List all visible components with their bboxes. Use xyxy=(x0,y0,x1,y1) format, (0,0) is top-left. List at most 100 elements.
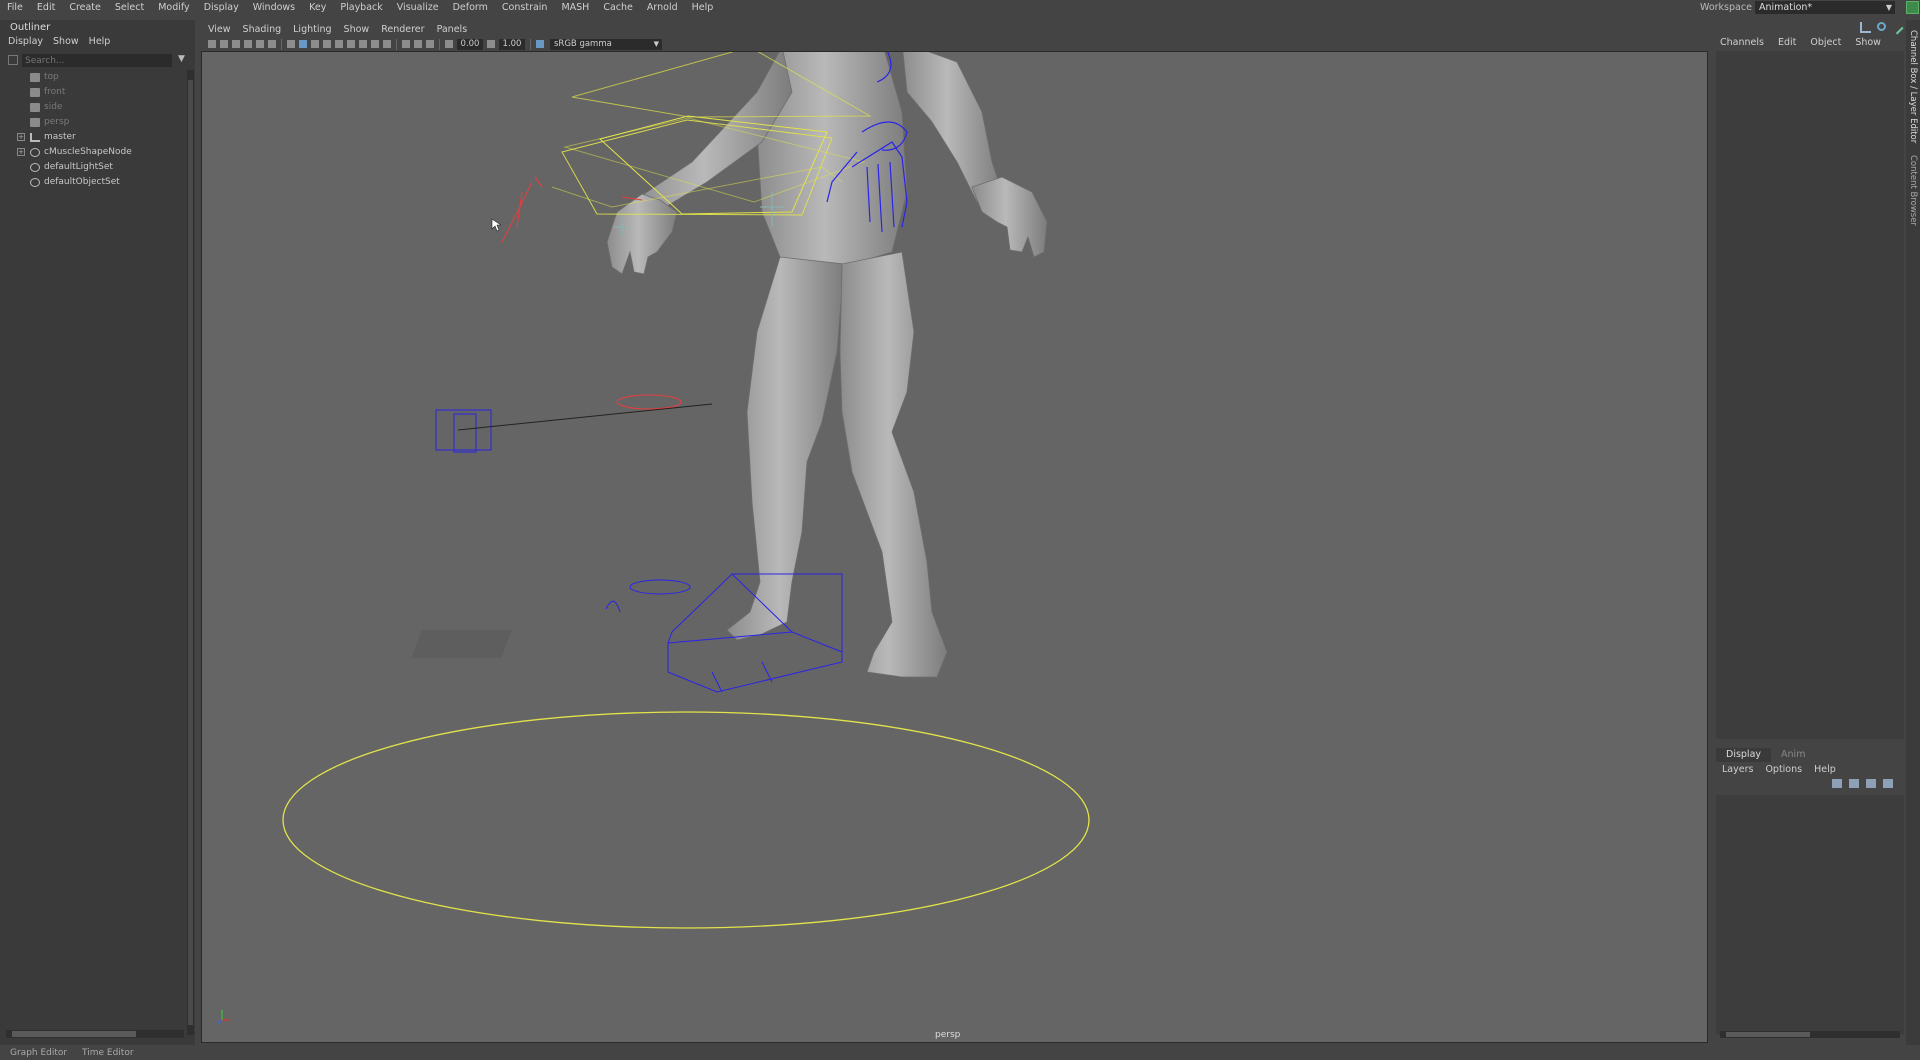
layer-list[interactable] xyxy=(1716,795,1904,1035)
gamma-icon[interactable] xyxy=(487,40,495,48)
outliner-item-master[interactable]: + master xyxy=(0,130,185,145)
menu-deform[interactable]: Deform xyxy=(446,2,495,13)
depth-of-field-icon[interactable] xyxy=(383,40,391,48)
search-icon xyxy=(8,55,18,65)
menu-edit[interactable]: Edit xyxy=(30,2,62,13)
smooth-shade-icon[interactable] xyxy=(299,40,307,48)
edit-icon[interactable] xyxy=(1889,20,1904,35)
tab-channel-box-layer-editor[interactable]: Channel Box / Layer Editor xyxy=(1908,30,1918,143)
film-gate-icon[interactable] xyxy=(268,40,276,48)
workspace-select[interactable]: Animation* ▼ xyxy=(1755,1,1895,14)
image-plane-icon[interactable] xyxy=(244,40,252,48)
move-layer-up-icon[interactable] xyxy=(1832,779,1842,788)
viewport-menu-renderer[interactable]: Renderer xyxy=(381,24,424,35)
bottom-tab-bar: Graph Editor Time Editor xyxy=(0,1046,1920,1060)
channelbox-menu-show[interactable]: Show xyxy=(1855,37,1881,48)
menu-visualize[interactable]: Visualize xyxy=(390,2,446,13)
pin-icon[interactable] xyxy=(1860,22,1871,33)
menu-modify[interactable]: Modify xyxy=(151,2,196,13)
gamma-field[interactable]: 1.00 xyxy=(499,38,525,50)
viewport-3d[interactable] xyxy=(202,52,1708,1042)
viewport-menu-lighting[interactable]: Lighting xyxy=(293,24,331,35)
master-ground-control xyxy=(282,711,1090,929)
channelbox-menu-edit[interactable]: Edit xyxy=(1778,37,1796,48)
outliner-item-side[interactable]: side xyxy=(0,100,185,115)
xray-joints-icon[interactable] xyxy=(426,40,434,48)
camera-attributes-icon[interactable] xyxy=(220,40,228,48)
menu-select[interactable]: Select xyxy=(108,2,151,13)
anti-alias-icon[interactable] xyxy=(371,40,379,48)
textured-icon[interactable] xyxy=(311,40,319,48)
menu-help[interactable]: Help xyxy=(685,2,721,13)
expand-icon[interactable]: + xyxy=(17,148,25,156)
camera-label: persp xyxy=(935,1030,961,1040)
shadows-icon[interactable] xyxy=(335,40,343,48)
color-space-select[interactable]: sRGB gamma ▼ xyxy=(550,38,662,50)
menu-windows[interactable]: Windows xyxy=(246,2,302,13)
move-layer-down-icon[interactable] xyxy=(1849,779,1859,788)
menu-playback[interactable]: Playback xyxy=(333,2,389,13)
wireframe-icon[interactable] xyxy=(287,40,295,48)
outliner-item-persp[interactable]: persp xyxy=(0,115,185,130)
outliner-scroll-thumb[interactable] xyxy=(188,80,193,1025)
outliner-item-label: cMuscleShapeNode xyxy=(44,147,132,157)
menu-cache[interactable]: Cache xyxy=(596,2,640,13)
chevron-down-icon: ▼ xyxy=(1885,3,1892,12)
outliner-list: top front side persp + master + cMuscleShapeNod… xyxy=(0,70,185,190)
viewport-menu-show[interactable]: Show xyxy=(344,24,370,35)
new-layer-icon[interactable] xyxy=(1866,779,1876,788)
outliner-menu-show[interactable]: Show xyxy=(53,36,79,47)
outliner-item-label: persp xyxy=(44,117,70,127)
menu-mash[interactable]: MASH xyxy=(554,2,596,13)
menu-constrain[interactable]: Constrain xyxy=(495,2,555,13)
xray-icon[interactable] xyxy=(414,40,422,48)
menu-arnold[interactable]: Arnold xyxy=(640,2,685,13)
outliner-menu-display[interactable]: Display xyxy=(8,36,43,47)
menu-create[interactable]: Create xyxy=(62,2,108,13)
layer-menu-options[interactable]: Options xyxy=(1765,764,1802,775)
channelbox-menu: Channels Edit Object Show xyxy=(1720,37,1881,48)
menu-file[interactable]: File xyxy=(0,2,30,13)
layer-menu-layers[interactable]: Layers xyxy=(1722,764,1753,775)
tab-display[interactable]: Display xyxy=(1716,748,1772,762)
viewport-menu-shading[interactable]: Shading xyxy=(243,24,282,35)
exposure-icon[interactable] xyxy=(445,40,453,48)
outliner-item-defaultlightset[interactable]: defaultLightSet xyxy=(0,160,185,175)
channelbox-menu-object[interactable]: Object xyxy=(1810,37,1841,48)
outliner-item-cmuscleshapenode[interactable]: + cMuscleShapeNode xyxy=(0,145,185,160)
outliner-menu-help[interactable]: Help xyxy=(89,36,111,47)
select-camera-icon[interactable] xyxy=(208,40,216,48)
new-layer-selected-icon[interactable] xyxy=(1883,779,1893,788)
tab-anim[interactable]: Anim xyxy=(1771,748,1815,762)
lights-icon[interactable] xyxy=(323,40,331,48)
channelbox-menu-channels[interactable]: Channels xyxy=(1720,37,1764,48)
motion-blur-icon[interactable] xyxy=(359,40,367,48)
outliner-h-scroll-thumb[interactable] xyxy=(12,1031,136,1037)
outliner-item-defaultobjectset[interactable]: defaultObjectSet xyxy=(0,175,185,190)
refresh-icon[interactable] xyxy=(1877,22,1886,31)
menu-key[interactable]: Key xyxy=(302,2,333,13)
tab-graph-editor[interactable]: Graph Editor xyxy=(10,1048,67,1058)
layer-menu-help[interactable]: Help xyxy=(1814,764,1836,775)
outliner-search-input[interactable] xyxy=(22,54,172,67)
expand-icon[interactable]: + xyxy=(17,133,25,141)
chevron-down-icon[interactable]: ▼ xyxy=(178,54,185,64)
axis-gizmo-icon xyxy=(217,1010,230,1024)
workspace-lock-icon[interactable] xyxy=(1906,1,1919,14)
grid-icon[interactable] xyxy=(256,40,264,48)
tab-content-browser[interactable]: Content Browser xyxy=(1908,155,1918,226)
exposure-field[interactable]: 0.00 xyxy=(457,38,483,50)
outliner-item-top[interactable]: top xyxy=(0,70,185,85)
tab-time-editor[interactable]: Time Editor xyxy=(82,1048,134,1058)
outliner-item-front[interactable]: front xyxy=(0,85,185,100)
isolate-select-icon[interactable] xyxy=(402,40,410,48)
color-management-icon[interactable] xyxy=(536,40,544,48)
menu-display[interactable]: Display xyxy=(197,2,246,13)
bookmark-icon[interactable] xyxy=(232,40,240,48)
viewport-menu-view[interactable]: View xyxy=(208,24,231,35)
ambient-occlusion-icon[interactable] xyxy=(347,40,355,48)
viewport-menu-panels[interactable]: Panels xyxy=(437,24,468,35)
channelbox-area[interactable] xyxy=(1716,51,1904,739)
layer-h-scroll-thumb[interactable] xyxy=(1726,1032,1810,1037)
knee-pole-vector xyxy=(435,403,713,453)
